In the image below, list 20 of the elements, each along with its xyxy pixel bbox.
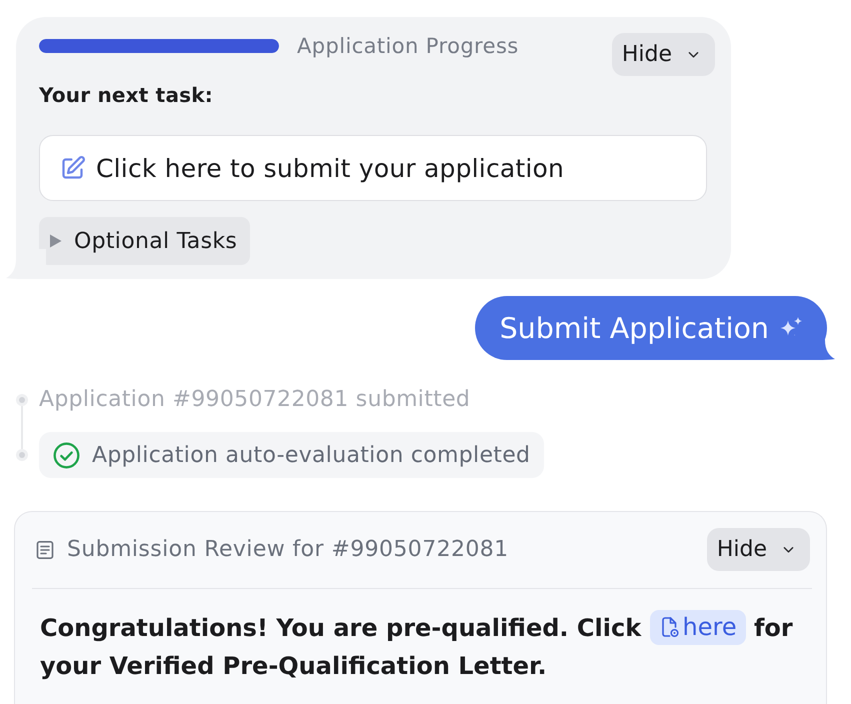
hide-button[interactable]: Hide <box>706 528 810 571</box>
next-task-button[interactable]: Click here to submit your application <box>39 135 707 201</box>
chevron-down-icon <box>688 50 699 58</box>
optional-tasks-toggle[interactable]: Optional Tasks <box>39 217 250 265</box>
timeline-dot <box>16 449 28 461</box>
chevron-down-icon <box>783 546 794 554</box>
check-circle-icon <box>53 442 80 468</box>
timeline-dot <box>16 394 28 406</box>
document-icon <box>35 540 55 560</box>
hide-button[interactable]: Hide <box>612 33 715 76</box>
sent-message-text: Submit Application <box>500 312 769 344</box>
letter-link[interactable]: here <box>650 610 746 645</box>
timeline-event-text: Application #99050722081 submitted <box>39 386 470 414</box>
review-title: Submission Review for #99050722081 <box>67 537 509 562</box>
caret-right-icon <box>49 234 62 248</box>
prequalification-message: Congratulations! You are pre-qualified. Click here for your Verified Pre-Qualification Letter. <box>40 609 810 685</box>
timeline-event-text: Application auto-evaluation completed <box>92 442 530 468</box>
progress-label: Application Progress <box>297 34 519 58</box>
next-task-heading: Your next task: <box>39 82 214 108</box>
document-icon <box>660 616 679 638</box>
